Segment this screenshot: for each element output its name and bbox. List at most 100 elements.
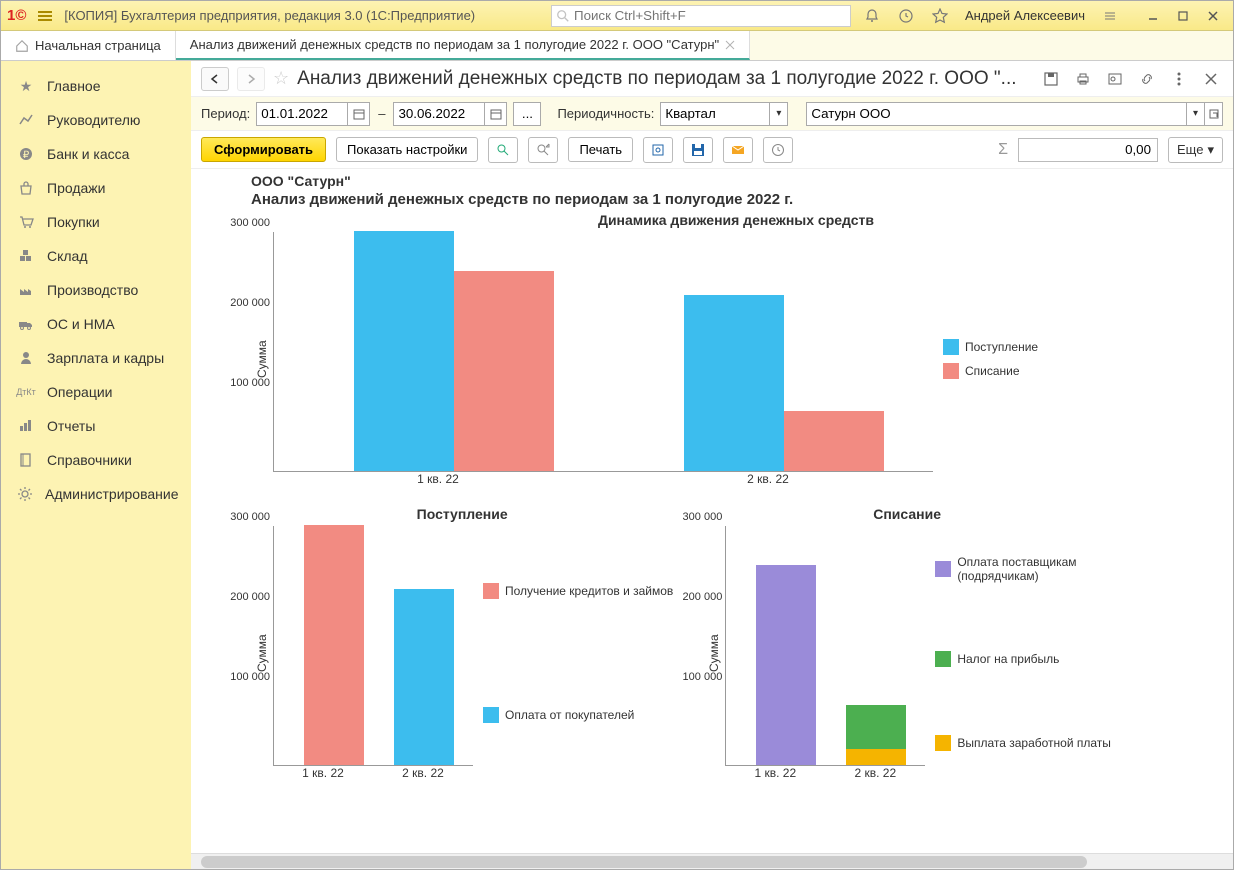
close-panel-icon[interactable] xyxy=(1199,68,1223,90)
sidebar-label: Банк и касса xyxy=(47,146,129,162)
email-icon[interactable] xyxy=(723,137,753,163)
sidebar-item-reports[interactable]: Отчеты xyxy=(1,409,191,443)
gear-icon xyxy=(17,485,33,503)
boxes-icon xyxy=(17,247,35,265)
nav-forward-button[interactable] xyxy=(237,67,265,91)
tab-close-icon[interactable] xyxy=(725,40,735,50)
calendar-from-button[interactable] xyxy=(348,102,370,126)
history-icon[interactable] xyxy=(893,3,919,29)
bar xyxy=(756,565,816,765)
favorite-star-icon[interactable]: ☆ xyxy=(273,68,289,89)
periodicity-select[interactable] xyxy=(660,102,770,126)
tick-label: 100 000 xyxy=(216,671,270,683)
date-from-input[interactable] xyxy=(256,102,348,126)
sidebar-label: Склад xyxy=(47,248,88,264)
period-picker-button[interactable]: ... xyxy=(513,102,541,126)
chart-income-title: Поступление xyxy=(251,506,673,522)
sidebar-label: Справочники xyxy=(47,452,132,468)
more-vertical-icon[interactable] xyxy=(1167,68,1191,90)
sidebar-label: Главное xyxy=(47,78,101,94)
tick-label: 200 000 xyxy=(668,591,722,603)
nav-back-button[interactable] xyxy=(201,67,229,91)
view-icon[interactable] xyxy=(1103,68,1127,90)
disk-save-icon[interactable] xyxy=(683,137,713,163)
sigma-icon: Σ xyxy=(998,141,1008,159)
sidebar-label: Отчеты xyxy=(47,418,95,434)
legend-swatch xyxy=(935,651,951,667)
chart-up-icon xyxy=(17,111,35,129)
legend-swatch xyxy=(935,735,951,751)
legend-label: Налог на прибыль xyxy=(957,652,1059,666)
star-icon[interactable] xyxy=(927,3,953,29)
sidebar-item-hr[interactable]: Зарплата и кадры xyxy=(1,341,191,375)
home-icon xyxy=(15,39,29,53)
find-icon[interactable] xyxy=(488,137,518,163)
organization-dropdown-icon[interactable]: ▾ xyxy=(1187,102,1205,126)
generate-button[interactable]: Сформировать xyxy=(201,137,326,162)
chart-expense-title: Списание xyxy=(703,506,1111,522)
save-icon[interactable] xyxy=(1039,68,1063,90)
menu-hamburger-icon[interactable] xyxy=(34,7,56,25)
tick-label: 300 000 xyxy=(668,511,722,523)
legend-swatch xyxy=(943,363,959,379)
sum-display[interactable] xyxy=(1018,138,1158,162)
person-icon xyxy=(17,349,35,367)
current-user[interactable]: Андрей Алексеевич xyxy=(961,8,1089,23)
sidebar-item-sales[interactable]: Продажи xyxy=(1,171,191,205)
legend-swatch xyxy=(483,583,499,599)
more-button[interactable]: Еще▾ xyxy=(1168,137,1223,163)
bar xyxy=(846,749,906,765)
global-search-input[interactable] xyxy=(551,5,851,27)
organization-open-icon[interactable] xyxy=(1205,102,1223,126)
sidebar-label: Руководителю xyxy=(47,112,140,128)
navigation-sidebar: ★Главное Руководителю ₽Банк и касса Прод… xyxy=(1,61,191,869)
bell-icon[interactable] xyxy=(859,3,885,29)
legend-label: Получение кредитов и займов xyxy=(505,584,673,598)
date-to-input[interactable] xyxy=(393,102,485,126)
print-icon[interactable] xyxy=(1071,68,1095,90)
calendar-to-button[interactable] xyxy=(485,102,507,126)
window-maximize-button[interactable] xyxy=(1169,5,1197,27)
chart-income: Поступление Сумма 100 000 200 000 300 00… xyxy=(251,506,673,780)
periodicity-dropdown-icon[interactable]: ▾ xyxy=(770,102,788,126)
horizontal-scrollbar[interactable] xyxy=(191,853,1233,869)
expand-icon[interactable] xyxy=(528,137,558,163)
link-icon[interactable] xyxy=(1135,68,1159,90)
chart-main: Динамика движения денежных средств Сумма… xyxy=(251,212,1221,486)
tick-label: 200 000 xyxy=(216,591,270,603)
user-menu-icon[interactable] xyxy=(1097,3,1123,29)
periodicity-label: Периодичность: xyxy=(557,106,654,121)
sidebar-item-admin[interactable]: Администрирование xyxy=(1,477,191,511)
chevron-down-icon: ▾ xyxy=(1207,142,1214,158)
tab-home[interactable]: Начальная страница xyxy=(1,31,176,60)
print-button[interactable]: Печать xyxy=(568,137,633,162)
organization-select[interactable] xyxy=(806,102,1187,126)
search-icon xyxy=(556,9,570,23)
app-logo: 1© xyxy=(7,7,26,24)
sidebar-item-manager[interactable]: Руководителю xyxy=(1,103,191,137)
sidebar-item-purchases[interactable]: Покупки xyxy=(1,205,191,239)
sidebar-label: Администрирование xyxy=(45,486,179,502)
sidebar-item-warehouse[interactable]: Склад xyxy=(1,239,191,273)
window-close-button[interactable] xyxy=(1199,5,1227,27)
print-preview-icon[interactable] xyxy=(643,137,673,163)
bars-icon xyxy=(17,417,35,435)
show-settings-button[interactable]: Показать настройки xyxy=(336,137,478,162)
sidebar-item-production[interactable]: Производство xyxy=(1,273,191,307)
sidebar-item-assets[interactable]: ОС и НМА xyxy=(1,307,191,341)
cart-icon xyxy=(17,213,35,231)
sidebar-item-directories[interactable]: Справочники xyxy=(1,443,191,477)
legend-label: Выплата заработной платы xyxy=(957,736,1111,750)
tab-report[interactable]: Анализ движений денежных средств по пери… xyxy=(176,31,750,60)
schedule-icon[interactable] xyxy=(763,137,793,163)
report-subtitle: Анализ движений денежных средств по пери… xyxy=(251,191,1221,208)
sidebar-item-bank[interactable]: ₽Банк и касса xyxy=(1,137,191,171)
factory-icon xyxy=(17,281,35,299)
bar xyxy=(846,705,906,749)
tab-home-label: Начальная страница xyxy=(35,38,161,53)
window-minimize-button[interactable] xyxy=(1139,5,1167,27)
sidebar-item-main[interactable]: ★Главное xyxy=(1,69,191,103)
sidebar-item-operations[interactable]: ДтКтОперации xyxy=(1,375,191,409)
sidebar-label: Продажи xyxy=(47,180,105,196)
sidebar-label: Покупки xyxy=(47,214,100,230)
